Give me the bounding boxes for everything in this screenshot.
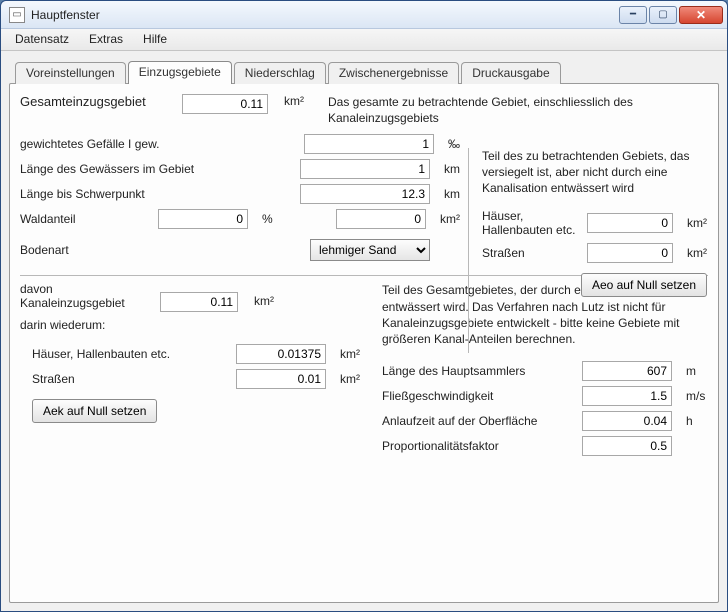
gefaelle-input[interactable] — [304, 134, 434, 154]
menu-datensatz[interactable]: Datensatz — [5, 29, 79, 50]
haeuser-label: Häuser, Hallenbauten etc. — [482, 209, 579, 237]
tab-einzugsgebiete[interactable]: Einzugsgebiete — [128, 61, 232, 84]
close-button[interactable]: ✕ — [679, 6, 723, 24]
tab-strip: Voreinstellungen Einzugsgebiete Niedersc… — [15, 61, 719, 83]
laenge-gewaesser-unit: km — [444, 162, 460, 176]
fg-input[interactable] — [582, 386, 672, 406]
app-icon: ▭ — [9, 7, 25, 23]
kanal-strassen-label: Straßen — [32, 372, 228, 386]
maximize-icon: ▢ — [658, 9, 667, 20]
waldanteil-km-unit: km² — [440, 212, 460, 226]
hs-input[interactable] — [582, 361, 672, 381]
laenge-gewaesser-input[interactable] — [300, 159, 430, 179]
main-window: ▭ Hauptfenster ━ ▢ ✕ Datensatz Extras Hi… — [0, 0, 728, 612]
fg-unit: m/s — [686, 389, 708, 403]
al-label: Anlaufzeit auf der Oberfläche — [382, 414, 574, 428]
kanal-input[interactable] — [160, 292, 238, 312]
vertical-separator — [468, 148, 469, 353]
pf-input[interactable] — [582, 436, 672, 456]
strassen-unit: km² — [687, 246, 707, 260]
tab-voreinstellungen[interactable]: Voreinstellungen — [15, 62, 126, 84]
kanal-label-2: Kanaleinzugsgebiet — [20, 296, 150, 310]
haeuser-input[interactable] — [587, 213, 673, 233]
client-area: Voreinstellungen Einzugsgebiete Niedersc… — [1, 51, 727, 611]
darin-label: darin wiederum: — [20, 318, 360, 332]
menu-extras[interactable]: Extras — [79, 29, 133, 50]
kanal-haeuser-unit: km² — [340, 347, 360, 361]
waldanteil-label: Waldanteil — [20, 212, 150, 226]
waldanteil-pct-input[interactable] — [158, 209, 248, 229]
kanal-haeuser-input[interactable] — [236, 344, 326, 364]
tab-zwischenergebnisse[interactable]: Zwischenergebnisse — [328, 62, 459, 84]
al-unit: h — [686, 414, 708, 428]
waldanteil-pct-unit: % — [262, 212, 273, 226]
al-input[interactable] — [582, 411, 672, 431]
maximize-button[interactable]: ▢ — [649, 6, 677, 24]
bodenart-select[interactable]: lehmiger Sand — [310, 239, 430, 261]
haeuser-unit: km² — [687, 216, 707, 230]
kanal-unit: km² — [254, 282, 274, 308]
gesamt-input[interactable] — [182, 94, 268, 114]
gefaelle-unit: ‰ — [448, 137, 460, 151]
aek-null-button[interactable]: Aek auf Null setzen — [32, 399, 157, 423]
right-desc: Teil des zu betrachtenden Gebiets, das v… — [482, 148, 707, 197]
laenge-schwerpunkt-unit: km — [444, 187, 460, 201]
kanal-haeuser-label: Häuser, Hallenbauten etc. — [32, 347, 228, 361]
laenge-schwerpunkt-input[interactable] — [300, 184, 430, 204]
tab-panel-einzugsgebiete: Gesamteinzugsgebiet km² Das gesamte zu b… — [9, 83, 719, 603]
pf-label: Proportionalitätsfaktor — [382, 439, 574, 453]
kanal-label-1: davon — [20, 282, 150, 296]
kanal-strassen-input[interactable] — [236, 369, 326, 389]
aeo-null-button[interactable]: Aeo auf Null setzen — [581, 273, 707, 297]
gefaelle-label: gewichtetes Gefälle I gew. — [20, 137, 296, 151]
gesamt-desc: Das gesamte zu betrachtende Gebiet, eins… — [328, 94, 708, 126]
minimize-button[interactable]: ━ — [619, 6, 647, 24]
close-icon: ✕ — [696, 8, 706, 22]
hs-unit: m — [686, 364, 708, 378]
waldanteil-km-input[interactable] — [336, 209, 426, 229]
tab-niederschlag[interactable]: Niederschlag — [234, 62, 326, 84]
laenge-schwerpunkt-label: Länge bis Schwerpunkt — [20, 187, 292, 201]
bodenart-label: Bodenart — [20, 243, 302, 257]
gesamt-unit: km² — [284, 94, 304, 108]
window-title: Hauptfenster — [31, 8, 619, 22]
tab-druckausgabe[interactable]: Druckausgabe — [461, 62, 560, 84]
gesamt-label: Gesamteinzugsgebiet — [20, 94, 172, 109]
hs-label: Länge des Hauptsammlers — [382, 364, 574, 378]
fg-label: Fließgeschwindigkeit — [382, 389, 574, 403]
titlebar[interactable]: ▭ Hauptfenster ━ ▢ ✕ — [1, 1, 727, 29]
kanal-strassen-unit: km² — [340, 372, 360, 386]
strassen-label: Straßen — [482, 246, 579, 260]
laenge-gewaesser-label: Länge des Gewässers im Gebiet — [20, 162, 292, 176]
menubar: Datensatz Extras Hilfe — [1, 29, 727, 51]
strassen-input[interactable] — [587, 243, 673, 263]
menu-hilfe[interactable]: Hilfe — [133, 29, 177, 50]
minimize-icon: ━ — [630, 9, 636, 20]
